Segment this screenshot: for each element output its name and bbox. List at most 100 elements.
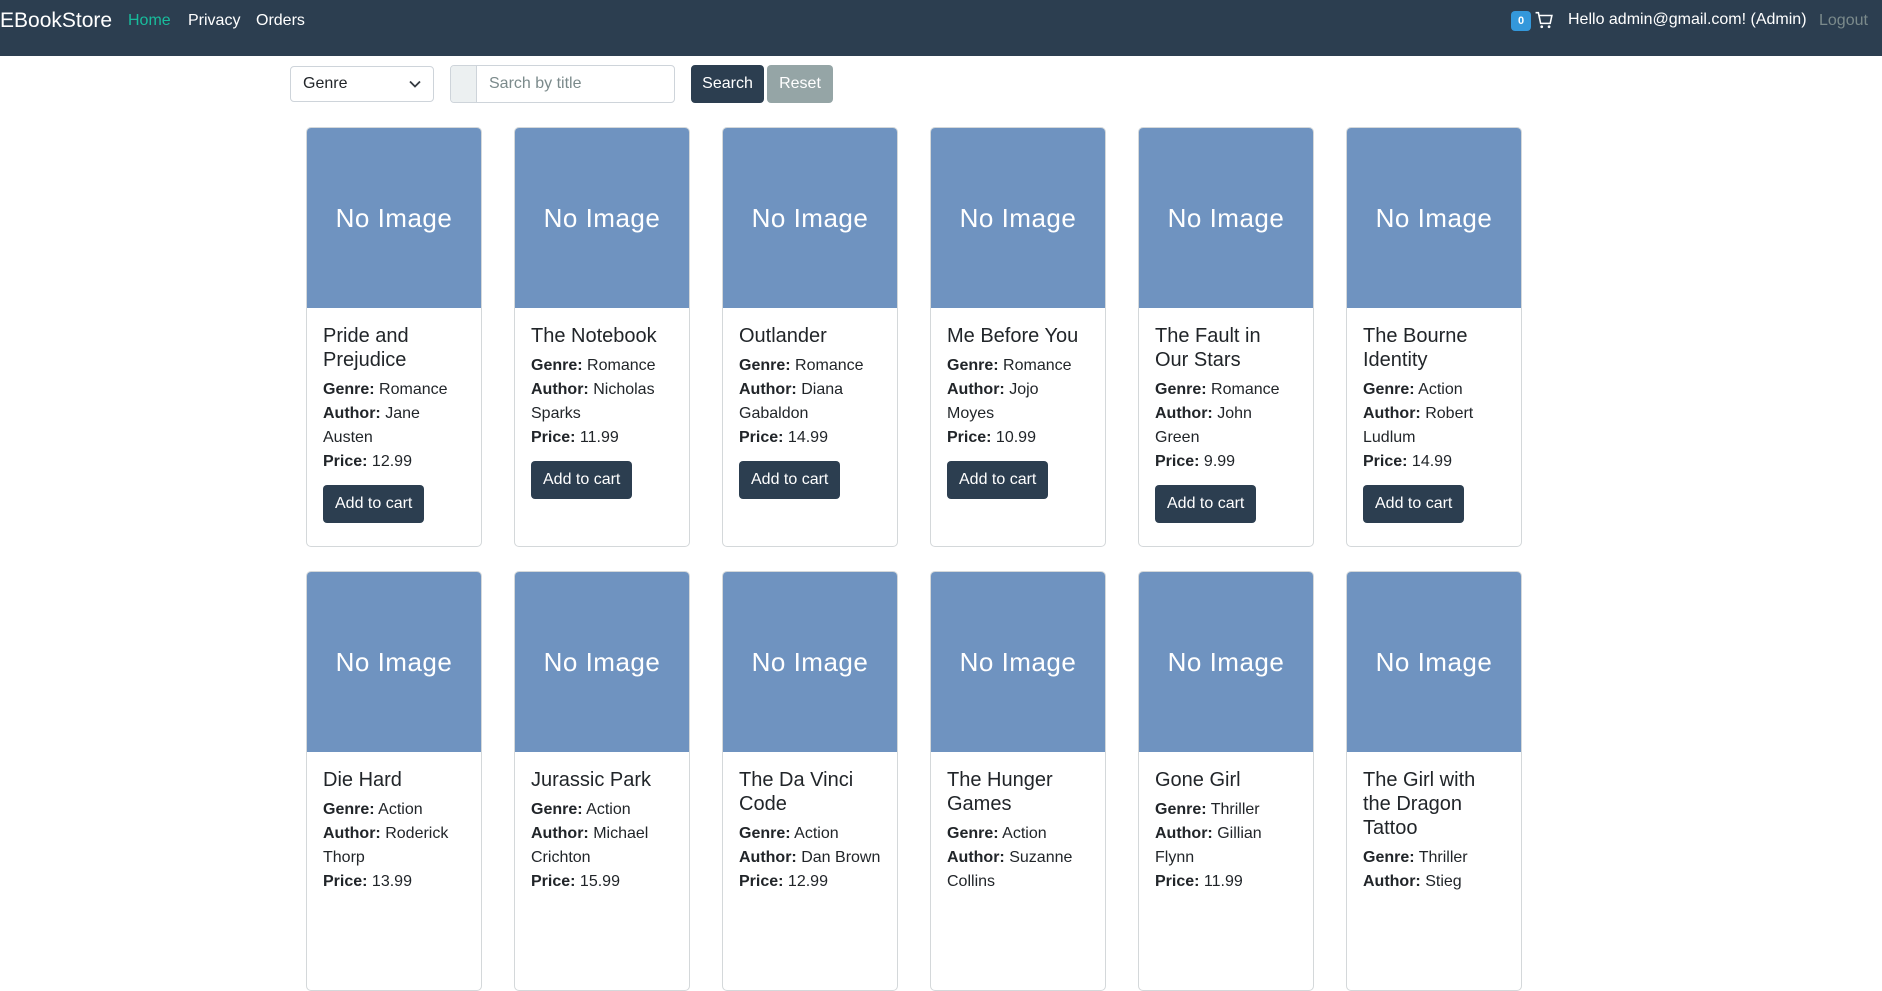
author-value: Dan Brown (801, 849, 881, 866)
book-title: Me Before You (947, 325, 1079, 347)
genre-label: Genre: (1363, 381, 1415, 398)
book-genre: Genre: Thriller (1363, 846, 1505, 870)
book-card: No Image The Notebook Genre: Romance Author… (514, 127, 690, 547)
genre-label: Genre: (531, 357, 583, 374)
nav-link-orders[interactable]: Orders (256, 11, 305, 31)
book-author: Author: John Green (1155, 402, 1297, 450)
book-cover-placeholder: No Image (1347, 572, 1521, 752)
price-value: 15.99 (579, 873, 620, 890)
price-value: 14.99 (787, 429, 828, 446)
book-price: Price: 14.99 (739, 426, 881, 450)
book-author: Author: Roderick Thorp (323, 822, 465, 870)
book-author: Author: Robert Ludlum (1363, 402, 1505, 450)
book-price: Price: 12.99 (739, 870, 881, 894)
reset-button[interactable]: Reset (767, 65, 833, 103)
book-price: Price: 15.99 (531, 870, 673, 894)
genre-label: Genre: (531, 801, 583, 818)
book-card: No Image Die Hard Genre: Action Author: Rod… (306, 571, 482, 991)
price-label: Price: (323, 453, 368, 470)
book-title: Outlander (739, 325, 827, 347)
add-to-cart-button[interactable]: Add to cart (531, 461, 633, 499)
book-cover-placeholder: No Image (1139, 572, 1313, 752)
book-title: The Hunger Games (947, 769, 1053, 815)
book-author: Author: Gillian Flynn (1155, 822, 1297, 870)
book-title: Pride and Prejudice (323, 325, 409, 371)
book-author: Author: Stieg (1363, 870, 1505, 894)
price-label: Price: (947, 429, 992, 446)
price-value: 12.99 (371, 453, 412, 470)
price-label: Price: (531, 873, 576, 890)
author-label: Author: (1363, 873, 1421, 890)
author-label: Author: (1363, 405, 1421, 422)
user-greeting: Hello admin@gmail.com! (Admin) (1568, 11, 1807, 28)
book-cover-placeholder: No Image (1139, 128, 1313, 308)
price-label: Price: (739, 873, 784, 890)
search-group (450, 65, 675, 103)
genre-value: Romance (587, 357, 656, 374)
author-label: Author: (1155, 825, 1213, 842)
book-card: No Image Outlander Genre: Romance Author: D… (722, 127, 898, 547)
price-value: 12.99 (787, 873, 828, 890)
book-genre: Genre: Romance (1155, 378, 1297, 402)
genre-value: Romance (795, 357, 864, 374)
add-to-cart-button[interactable]: Add to cart (947, 461, 1049, 499)
price-label: Price: (1155, 453, 1200, 470)
author-label: Author: (947, 849, 1005, 866)
author-label: Author: (947, 381, 1005, 398)
search-prefix (451, 66, 477, 102)
search-button[interactable]: Search (691, 65, 764, 103)
author-value: Stieg (1425, 873, 1462, 890)
price-label: Price: (1155, 873, 1200, 890)
genre-value: Romance (1003, 357, 1072, 374)
add-to-cart-button[interactable]: Add to cart (323, 485, 425, 523)
price-value: 9.99 (1203, 453, 1236, 470)
book-card: No Image The Bourne Identity Genre: Action… (1346, 127, 1522, 547)
genre-label: Genre: (947, 825, 999, 842)
book-card: No Image The Da Vinci Code Genre: Action Au… (722, 571, 898, 991)
book-title: The Da Vinci Code (739, 769, 854, 815)
book-card: No Image Pride and Prejudice Genre: Romanc… (306, 127, 482, 547)
logout-link[interactable]: Logout (1819, 11, 1868, 31)
book-cover-placeholder: No Image (307, 128, 481, 308)
genre-label: Genre: (947, 357, 999, 374)
genre-value: Action (794, 825, 839, 842)
chevron-down-icon (409, 80, 421, 88)
author-label: Author: (739, 381, 797, 398)
book-price: Price: 9.99 (1155, 450, 1297, 474)
genre-select[interactable]: Genre (290, 66, 434, 102)
price-label: Price: (1363, 453, 1408, 470)
author-label: Author: (531, 381, 589, 398)
genre-value: Action (586, 801, 631, 818)
book-genre: Genre: Action (531, 798, 673, 822)
genre-value: Romance (379, 381, 448, 398)
book-price: Price: 10.99 (947, 426, 1089, 450)
search-input[interactable] (477, 66, 674, 102)
cart-icon[interactable] (1535, 11, 1553, 29)
genre-value: Action (1002, 825, 1047, 842)
book-genre: Genre: Action (323, 798, 465, 822)
nav-link-home[interactable]: Home (128, 11, 171, 31)
book-cover-placeholder: No Image (515, 128, 689, 308)
book-title: The Bourne Identity (1363, 325, 1468, 371)
book-genre: Genre: Action (739, 822, 881, 846)
add-to-cart-button[interactable]: Add to cart (1363, 485, 1465, 523)
book-author: Author: Suzanne Collins (947, 846, 1089, 894)
nav-link-privacy[interactable]: Privacy (188, 11, 240, 31)
author-label: Author: (739, 849, 797, 866)
book-card: No Image The Girl with the Dragon Tattoo G… (1346, 571, 1522, 991)
book-title: Die Hard (323, 769, 402, 791)
book-genre: Genre: Romance (323, 378, 465, 402)
book-price: Price: 11.99 (1155, 870, 1297, 894)
add-to-cart-button[interactable]: Add to cart (739, 461, 841, 499)
book-cover-placeholder: No Image (1347, 128, 1521, 308)
book-author: Author: Diana Gabaldon (739, 378, 881, 426)
navbar: EBookStore Home Privacy Orders 0 Hello a… (0, 0, 1882, 56)
add-to-cart-button[interactable]: Add to cart (1155, 485, 1257, 523)
brand-logo[interactable]: EBookStore (0, 8, 112, 34)
book-card: No Image Gone Girl Genre: Thriller Author: … (1138, 571, 1314, 991)
book-author: Author: Michael Crichton (531, 822, 673, 870)
genre-value: Thriller (1210, 801, 1260, 818)
book-cover-placeholder: No Image (723, 572, 897, 752)
book-author: Author: Jojo Moyes (947, 378, 1089, 426)
book-cover-placeholder: No Image (515, 572, 689, 752)
